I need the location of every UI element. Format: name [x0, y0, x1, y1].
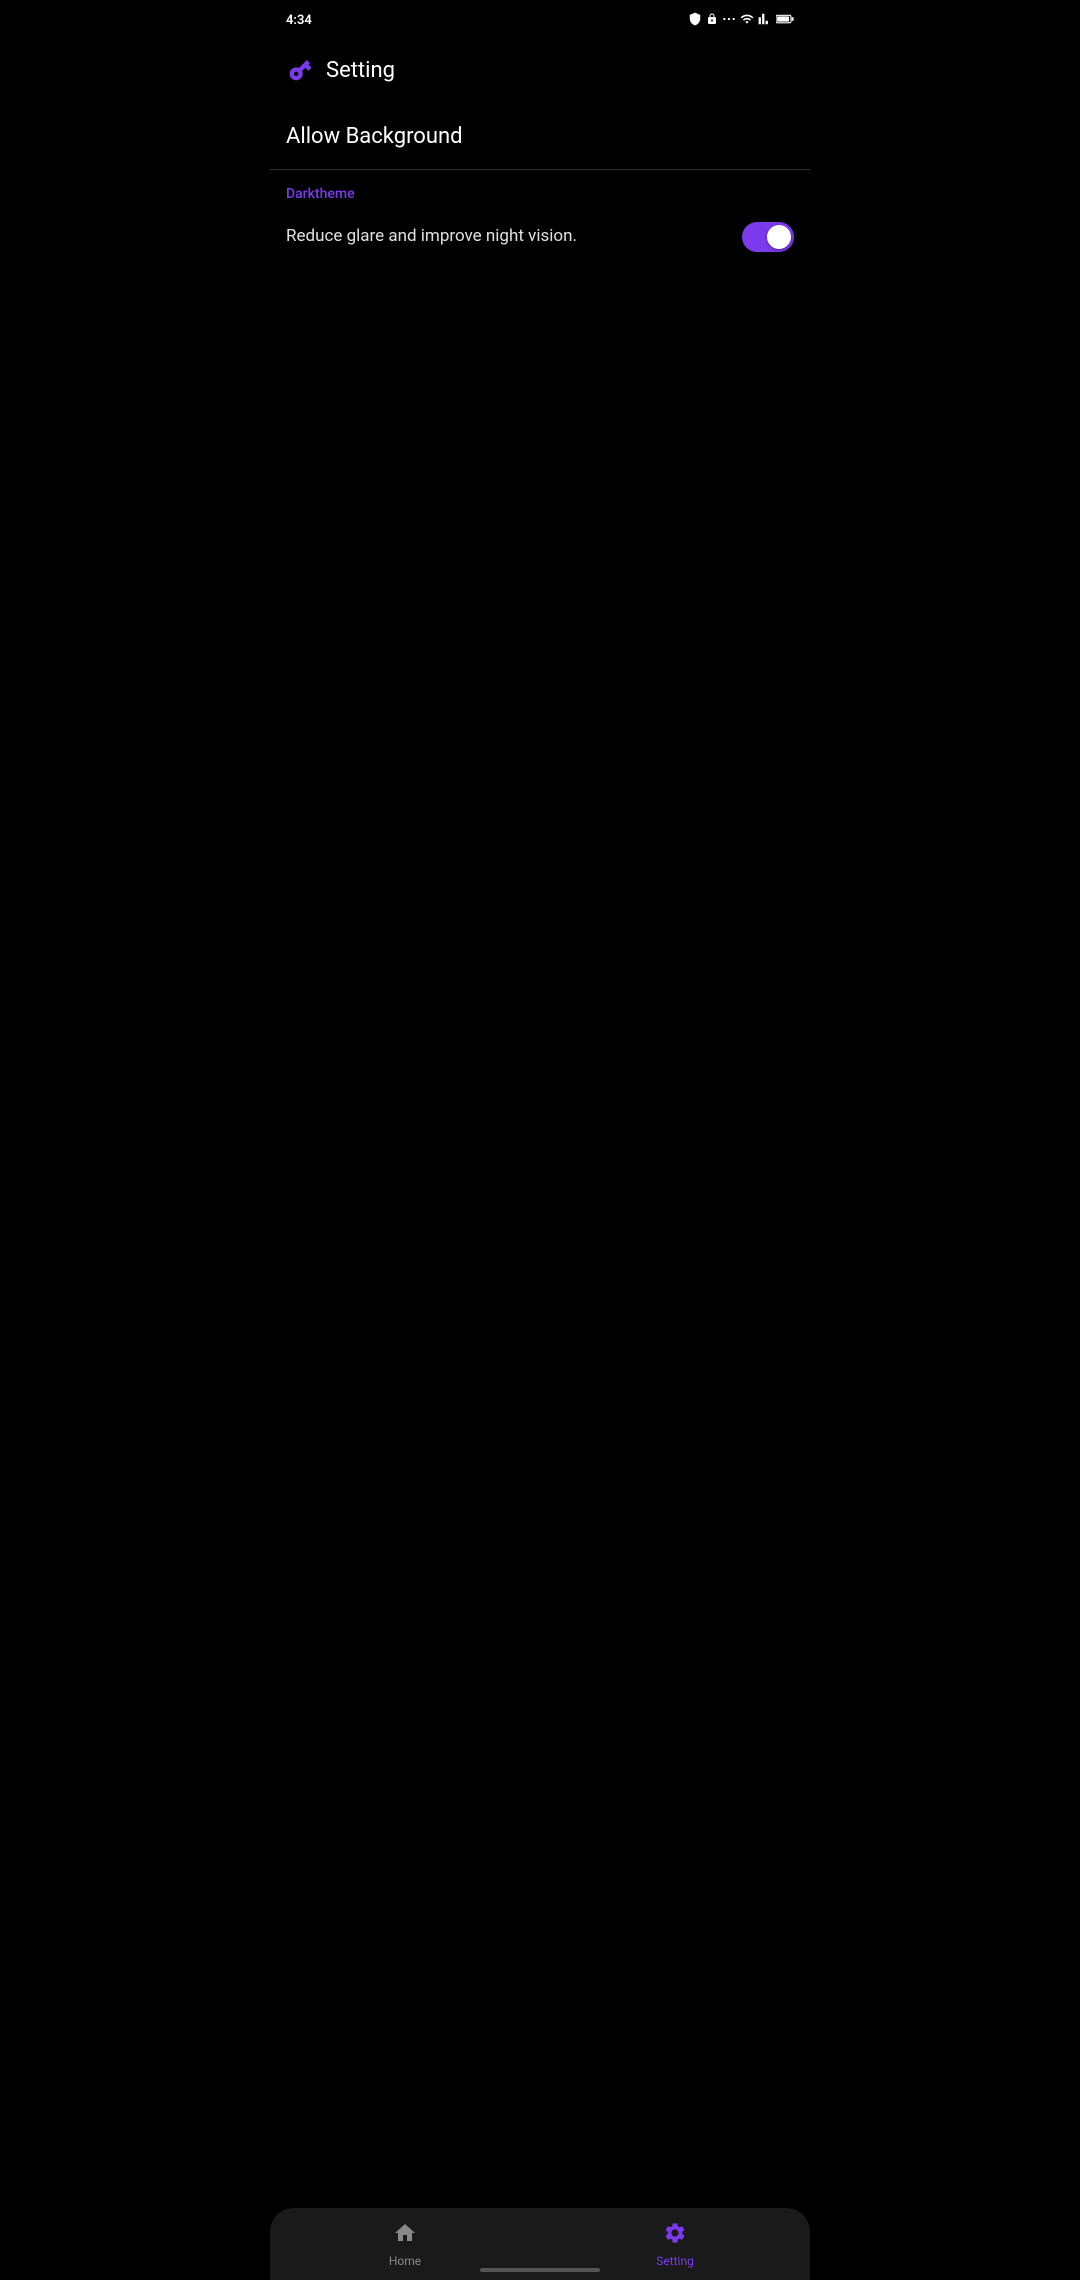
toggle-track[interactable] [742, 222, 794, 252]
setting-nav-icon [663, 2221, 687, 2250]
darktheme-description: Reduce glare and improve night vision. [286, 225, 742, 249]
darktheme-toggle[interactable] [742, 222, 794, 252]
status-icons [688, 12, 794, 29]
status-bar: 4:34 [270, 0, 810, 40]
allow-background-title: Allow Background [286, 124, 463, 149]
lock-icon [706, 13, 718, 28]
toggle-thumb [767, 225, 791, 249]
setting-label: Setting [656, 2254, 694, 2268]
home-icon [393, 2221, 417, 2250]
app-bar: Setting [270, 40, 810, 100]
status-time: 4:34 [286, 13, 312, 28]
app-bar-title: Setting [326, 58, 395, 83]
home-indicator [480, 2268, 600, 2272]
darktheme-section: Darktheme Reduce glare and improve night… [270, 170, 810, 260]
key-icon [286, 56, 314, 84]
darktheme-row: Reduce glare and improve night vision. [286, 214, 794, 260]
darktheme-label: Darktheme [286, 186, 794, 202]
allow-background-section: Allow Background [270, 100, 810, 170]
signal-bars-icon [758, 12, 772, 29]
battery-icon [776, 13, 794, 28]
main-content: Allow Background Darktheme Reduce glare … [270, 100, 810, 340]
home-label: Home [389, 2254, 421, 2268]
signal-dots-icon [722, 12, 736, 29]
vpn-icon [688, 12, 702, 29]
wifi-icon [740, 12, 754, 29]
